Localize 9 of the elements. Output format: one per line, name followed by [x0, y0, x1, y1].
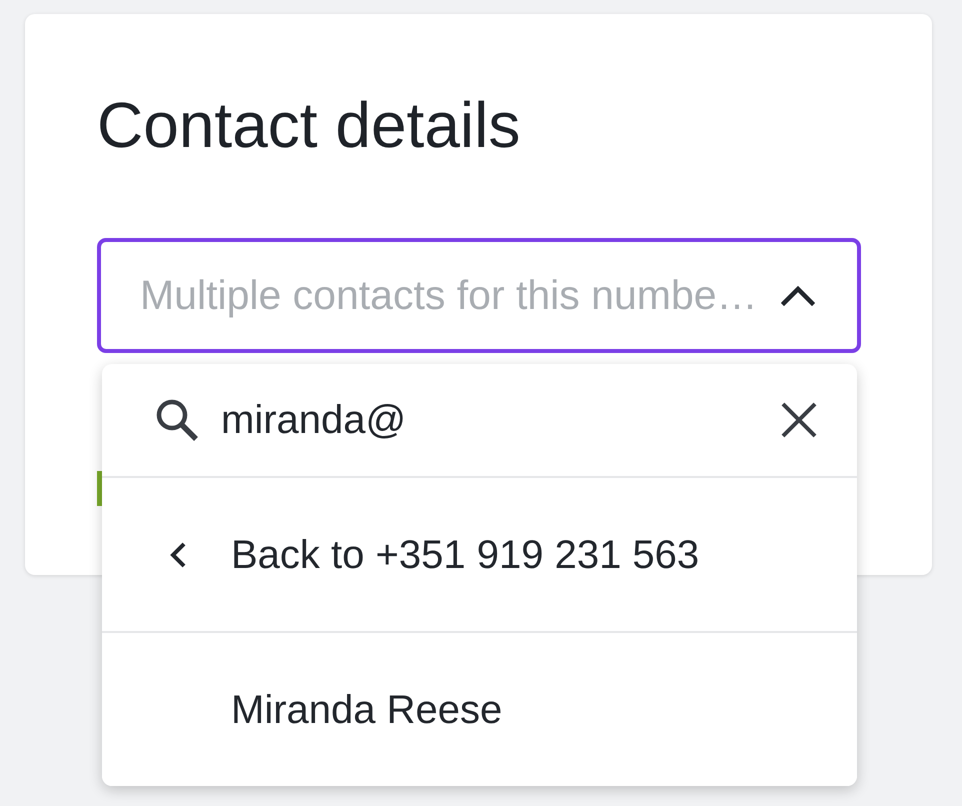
- close-icon: [781, 402, 817, 438]
- contact-option[interactable]: Miranda Reese: [102, 633, 857, 786]
- card-title: Contact details: [97, 88, 520, 163]
- select-placeholder: Multiple contacts for this numbe…: [140, 270, 759, 320]
- search-icon: [155, 398, 199, 442]
- accent-bar: [97, 471, 102, 506]
- clear-button[interactable]: [781, 402, 817, 438]
- search-field[interactable]: miranda@: [221, 390, 781, 450]
- chevron-left-icon: [168, 540, 188, 568]
